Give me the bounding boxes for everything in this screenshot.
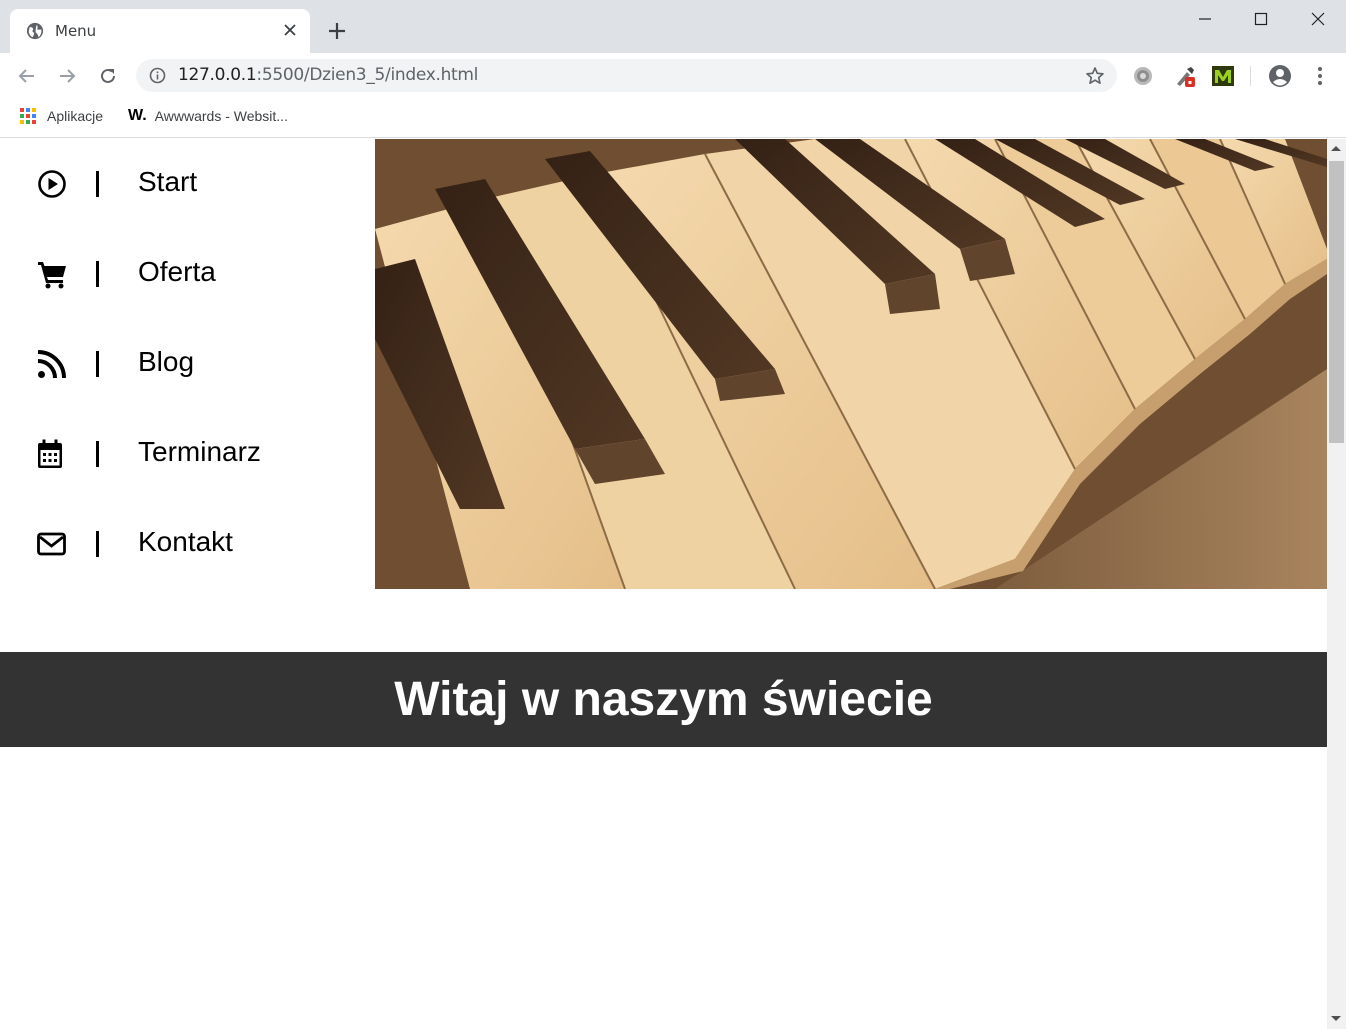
url-host: 127.0.0.1 bbox=[178, 65, 257, 85]
globe-icon bbox=[26, 22, 44, 40]
calendar-icon bbox=[38, 439, 62, 468]
browser-tab-strip: Menu bbox=[0, 0, 1346, 53]
menu-item-terminarz[interactable]: Terminarz bbox=[0, 409, 375, 499]
maximize-icon[interactable] bbox=[1233, 0, 1289, 38]
menu-separator bbox=[96, 261, 99, 287]
scroll-thumb[interactable] bbox=[1329, 161, 1344, 443]
profile-avatar-icon[interactable] bbox=[1268, 64, 1292, 88]
menu-label-kontakt: Kontakt bbox=[138, 526, 233, 557]
welcome-banner: Witaj w naszym świecie bbox=[0, 652, 1327, 747]
bookmark-star-icon[interactable] bbox=[1085, 66, 1105, 86]
menu-label-blog: Blog bbox=[138, 346, 195, 377]
play-circle-icon bbox=[38, 170, 66, 198]
bookmark-apps-label: Aplikacje bbox=[47, 108, 104, 124]
menu-label-terminarz: Terminarz bbox=[138, 436, 261, 467]
bookmark-awwwards-label: Awwwards - Websit... bbox=[154, 108, 288, 124]
envelope-icon bbox=[37, 532, 66, 556]
reload-icon[interactable] bbox=[95, 63, 121, 89]
url-text[interactable]: 127.0.0.1:5500/Dzien3_5/index.html bbox=[178, 65, 478, 85]
browser-toolbar: 127.0.0.1:5500/Dzien3_5/index.html bbox=[0, 53, 1346, 98]
page-scrollbar[interactable] bbox=[1327, 139, 1346, 1029]
menu-separator bbox=[96, 171, 99, 197]
bookmarks-bar: Aplikacje W. Awwwards - Websit... bbox=[0, 98, 1346, 138]
new-tab-plus-icon[interactable] bbox=[326, 20, 348, 42]
url-path: :5500/Dzien3_5/index.html bbox=[256, 65, 479, 85]
minimize-icon[interactable] bbox=[1177, 0, 1233, 38]
page-viewport: Start Oferta Blog Terminarz Kontakt Wita… bbox=[0, 139, 1327, 1029]
apps-grid-icon bbox=[20, 108, 36, 124]
menu-item-oferta[interactable]: Oferta bbox=[0, 229, 375, 319]
toolbar-divider bbox=[1250, 66, 1251, 86]
menu-label-start: Start bbox=[138, 166, 198, 197]
shopping-cart-icon bbox=[38, 262, 66, 289]
rss-feed-icon bbox=[37, 350, 66, 379]
extension-m-icon[interactable] bbox=[1211, 64, 1235, 88]
bookmark-apps[interactable]: Aplikacje bbox=[19, 106, 103, 126]
extension-gear-icon[interactable] bbox=[1131, 64, 1155, 88]
tab-title: Menu bbox=[55, 22, 97, 40]
extension-eyedropper-icon[interactable] bbox=[1173, 64, 1197, 88]
window-close-icon[interactable] bbox=[1290, 0, 1346, 38]
menu-item-kontakt[interactable]: Kontakt bbox=[0, 499, 375, 589]
welcome-heading: Witaj w naszym świecie bbox=[394, 673, 933, 726]
kebab-menu-icon[interactable] bbox=[1308, 64, 1332, 88]
site-info-icon[interactable] bbox=[149, 67, 166, 84]
piano-keys-illustration bbox=[375, 139, 1327, 589]
browser-tab[interactable]: Menu bbox=[10, 9, 310, 53]
menu-item-start[interactable]: Start bbox=[0, 139, 375, 229]
menu-label-oferta: Oferta bbox=[138, 256, 216, 287]
tab-close-icon[interactable] bbox=[281, 21, 299, 39]
menu-separator bbox=[96, 441, 99, 467]
menu-separator bbox=[96, 531, 99, 557]
scroll-up-arrow-icon[interactable] bbox=[1331, 146, 1341, 151]
awwwards-logo-icon: W. bbox=[128, 107, 147, 124]
menu-item-blog[interactable]: Blog bbox=[0, 319, 375, 409]
back-arrow-icon[interactable] bbox=[14, 63, 40, 89]
forward-arrow-icon[interactable] bbox=[54, 63, 80, 89]
address-bar[interactable]: 127.0.0.1:5500/Dzien3_5/index.html bbox=[136, 59, 1117, 92]
side-menu: Start Oferta Blog Terminarz Kontakt bbox=[0, 139, 375, 589]
bookmark-awwwards[interactable]: W. Awwwards - Websit... bbox=[128, 106, 288, 126]
scroll-down-arrow-icon[interactable] bbox=[1331, 1016, 1341, 1021]
hero-piano-image bbox=[375, 139, 1327, 589]
menu-separator bbox=[96, 351, 99, 377]
